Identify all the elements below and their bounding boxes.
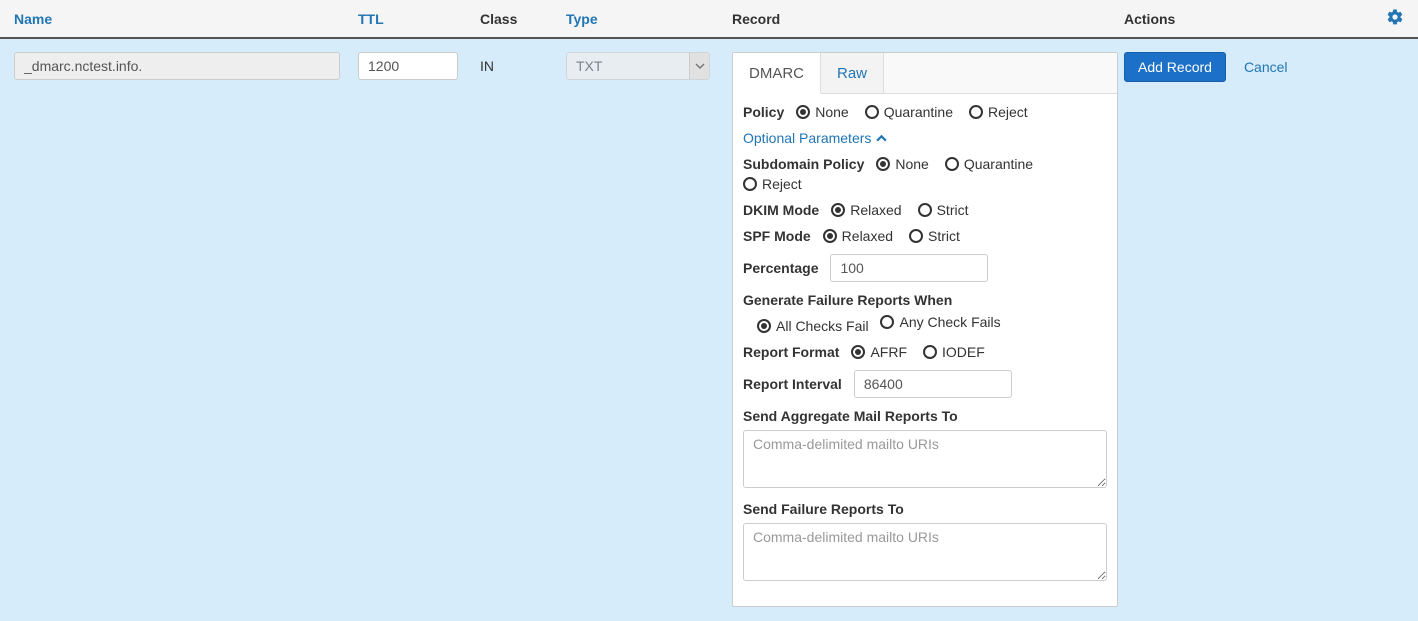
failure-reports-to-row: Send Failure Reports To xyxy=(743,501,1107,584)
record-panel: DMARC Raw Policy None Quarantine Reject … xyxy=(732,52,1118,607)
dkim-mode-label: DKIM Mode xyxy=(743,202,819,218)
tab-raw[interactable]: Raw xyxy=(821,53,884,93)
report-format-row: Report Format AFRF IODEF xyxy=(743,344,1107,360)
chevron-up-icon xyxy=(876,133,887,144)
afrf-radio[interactable]: AFRF xyxy=(851,344,907,360)
percentage-row: Percentage xyxy=(743,254,1107,282)
spf-strict-radio[interactable]: Strict xyxy=(909,228,960,244)
report-interval-input[interactable] xyxy=(854,370,1012,398)
dkim-relaxed-radio[interactable]: Relaxed xyxy=(831,202,901,218)
policy-none-radio[interactable]: None xyxy=(796,104,848,120)
percentage-input[interactable] xyxy=(830,254,988,282)
record-row: IN TXT DMARC Raw Policy None Quarantine … xyxy=(0,39,1418,621)
class-value: IN xyxy=(480,52,566,74)
col-header-record: Record xyxy=(732,11,1124,27)
aggregate-label: Send Aggregate Mail Reports To xyxy=(743,408,1103,424)
add-record-button[interactable]: Add Record xyxy=(1124,52,1226,82)
gear-icon[interactable] xyxy=(1374,8,1404,29)
aggregate-reports-input[interactable] xyxy=(743,430,1107,488)
percentage-label: Percentage xyxy=(743,260,818,276)
subdomain-quarantine-radio[interactable]: Quarantine xyxy=(945,156,1033,172)
spf-mode-label: SPF Mode xyxy=(743,228,811,244)
dkim-mode-row: DKIM Mode Relaxed Strict xyxy=(743,202,1107,218)
col-header-name[interactable]: Name xyxy=(14,11,358,27)
iodef-radio[interactable]: IODEF xyxy=(923,344,985,360)
ttl-input[interactable] xyxy=(358,52,458,80)
failure-to-label: Send Failure Reports To xyxy=(743,501,1103,517)
table-header: Name TTL Class Type Record Actions xyxy=(0,0,1418,39)
policy-quarantine-radio[interactable]: Quarantine xyxy=(865,104,953,120)
subdomain-reject-radio[interactable]: Reject xyxy=(743,176,802,192)
type-select[interactable]: TXT xyxy=(566,52,710,80)
col-header-type[interactable]: Type xyxy=(566,11,732,27)
subdomain-none-radio[interactable]: None xyxy=(876,156,928,172)
subdomain-policy-label: Subdomain Policy xyxy=(743,156,864,172)
dkim-strict-radio[interactable]: Strict xyxy=(918,202,969,218)
failure-reports-label: Generate Failure Reports When xyxy=(743,292,952,308)
policy-reject-radio[interactable]: Reject xyxy=(969,104,1028,120)
col-header-actions: Actions xyxy=(1124,11,1374,27)
report-interval-row: Report Interval xyxy=(743,370,1107,398)
failure-reports-row: Generate Failure Reports When All Checks… xyxy=(743,292,1107,334)
failure-reports-input[interactable] xyxy=(743,523,1107,581)
col-header-class: Class xyxy=(480,11,566,27)
spf-relaxed-radio[interactable]: Relaxed xyxy=(823,228,893,244)
spf-mode-row: SPF Mode Relaxed Strict xyxy=(743,228,1107,244)
all-checks-fail-radio[interactable]: All Checks Fail xyxy=(757,318,869,334)
report-interval-label: Report Interval xyxy=(743,376,842,392)
name-input[interactable] xyxy=(14,52,340,80)
cancel-button[interactable]: Cancel xyxy=(1244,59,1288,75)
policy-row: Policy None Quarantine Reject xyxy=(743,104,1107,120)
aggregate-reports-row: Send Aggregate Mail Reports To xyxy=(743,408,1107,491)
col-header-ttl[interactable]: TTL xyxy=(358,11,480,27)
any-check-fails-radio[interactable]: Any Check Fails xyxy=(880,314,1000,330)
record-tabs: DMARC Raw xyxy=(733,53,1117,94)
policy-label: Policy xyxy=(743,104,784,120)
optional-parameters-toggle[interactable]: Optional Parameters xyxy=(743,130,887,146)
tab-dmarc[interactable]: DMARC xyxy=(733,53,821,94)
report-format-label: Report Format xyxy=(743,344,839,360)
subdomain-policy-row: Subdomain Policy None Quarantine Reject xyxy=(743,156,1107,192)
